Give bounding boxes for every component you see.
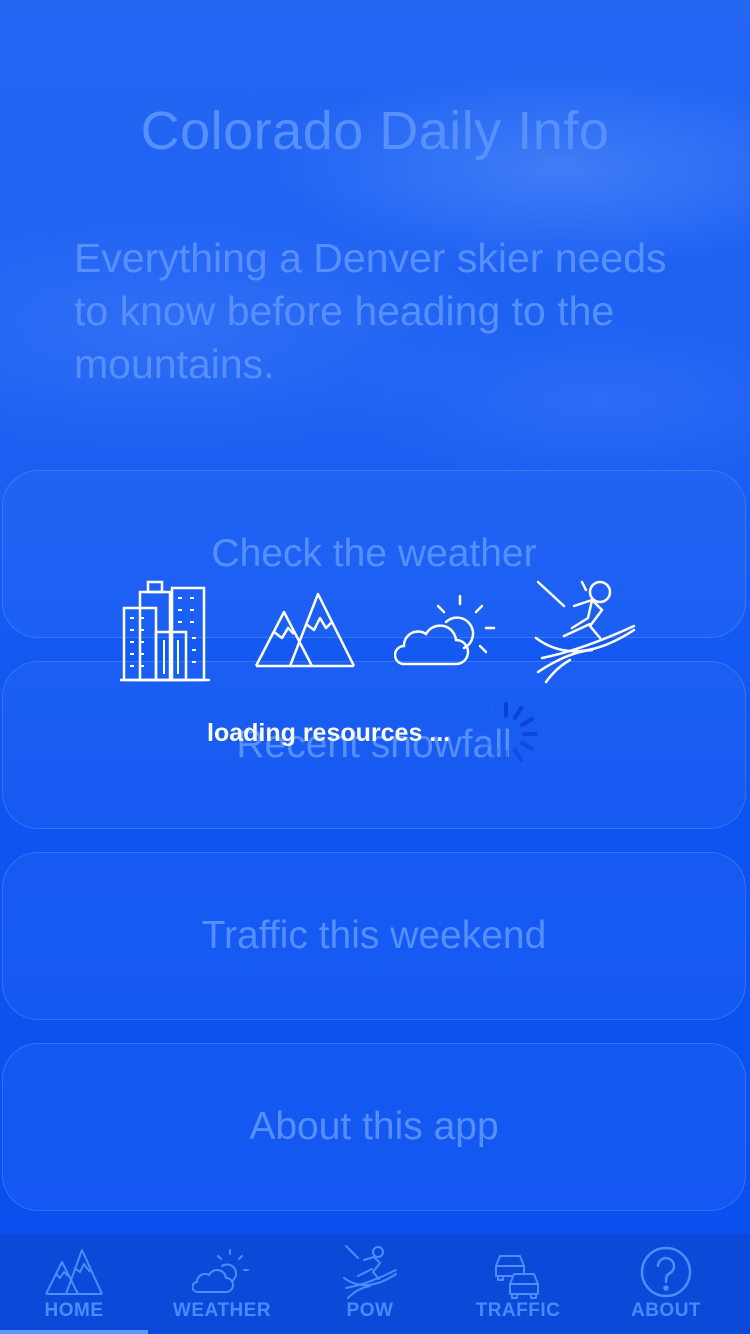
tab-pow[interactable]: POW xyxy=(296,1234,444,1334)
active-tab-indicator xyxy=(0,1330,148,1334)
tab-about[interactable]: ABOUT xyxy=(592,1234,740,1334)
tab-label: ABOUT xyxy=(630,1300,702,1321)
loading-spinner-icon xyxy=(474,702,538,766)
tab-bar: HOME WEATHER POW TRAFFIC ABOUT xyxy=(0,1234,750,1334)
mountains-icon xyxy=(254,592,356,668)
mountains-icon xyxy=(45,1249,103,1295)
cloud-sun-icon xyxy=(192,1249,249,1293)
skier-icon xyxy=(343,1245,397,1299)
tagline: Everything a Denver skier needs to know … xyxy=(74,235,667,387)
about-app-button[interactable]: About this app xyxy=(2,1043,746,1211)
tab-home[interactable]: HOME xyxy=(0,1234,148,1334)
skier-icon xyxy=(534,580,636,684)
traffic-weekend-button[interactable]: Traffic this weekend xyxy=(2,852,746,1020)
tab-traffic[interactable]: TRAFFIC xyxy=(444,1234,592,1334)
tab-weather[interactable]: WEATHER xyxy=(148,1234,296,1334)
loading-text: loading resources ... xyxy=(207,719,451,747)
tab-label: WEATHER xyxy=(172,1300,272,1321)
city-buildings-icon xyxy=(120,580,210,682)
cars-icon xyxy=(495,1255,539,1299)
loading-icons xyxy=(118,578,638,688)
tab-label: HOME xyxy=(44,1300,104,1321)
tab-label: TRAFFIC xyxy=(475,1300,561,1321)
tab-label: POW xyxy=(346,1300,394,1321)
page-title: Colorado Daily Info xyxy=(140,101,610,161)
question-circle-icon xyxy=(640,1246,692,1298)
cloud-sun-icon xyxy=(394,594,496,666)
